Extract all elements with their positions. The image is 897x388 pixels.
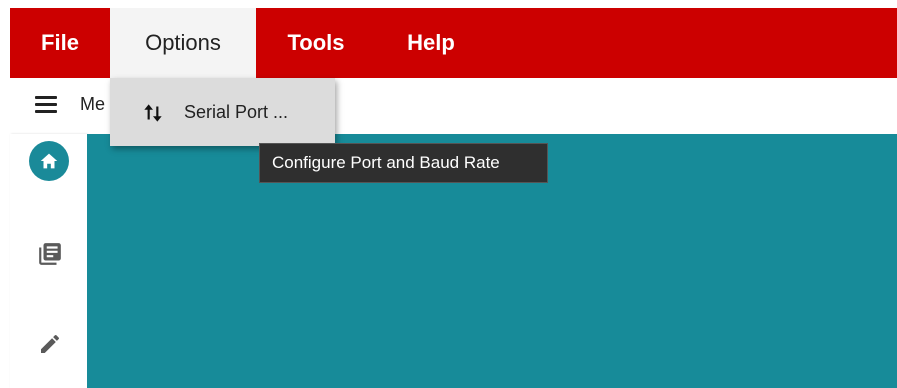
menu-help[interactable]: Help xyxy=(376,8,486,78)
options-dropdown: Serial Port ... xyxy=(110,78,335,146)
nav-home-button[interactable] xyxy=(29,141,69,181)
app-window: File Options Tools Help Me Serial Port .… xyxy=(0,0,897,388)
library-icon xyxy=(39,243,61,265)
menu-options[interactable]: Options xyxy=(110,8,256,78)
nav-edit-button[interactable] xyxy=(36,330,64,358)
home-icon xyxy=(40,153,58,169)
serial-port-label: Serial Port ... xyxy=(184,102,289,122)
pencil-icon xyxy=(41,334,60,353)
toolbar-label: Me xyxy=(80,94,106,114)
swap-vertical-icon xyxy=(144,104,162,122)
hamburger-icon[interactable] xyxy=(35,96,57,114)
menu-tools[interactable]: Tools xyxy=(256,8,376,78)
window-edge xyxy=(0,0,10,388)
tooltip: Configure Port and Baud Rate xyxy=(259,143,548,183)
menu-item-serial-port[interactable]: Serial Port ... xyxy=(110,78,335,146)
nav-library-button[interactable] xyxy=(36,240,64,268)
menu-file[interactable]: File xyxy=(10,8,110,78)
